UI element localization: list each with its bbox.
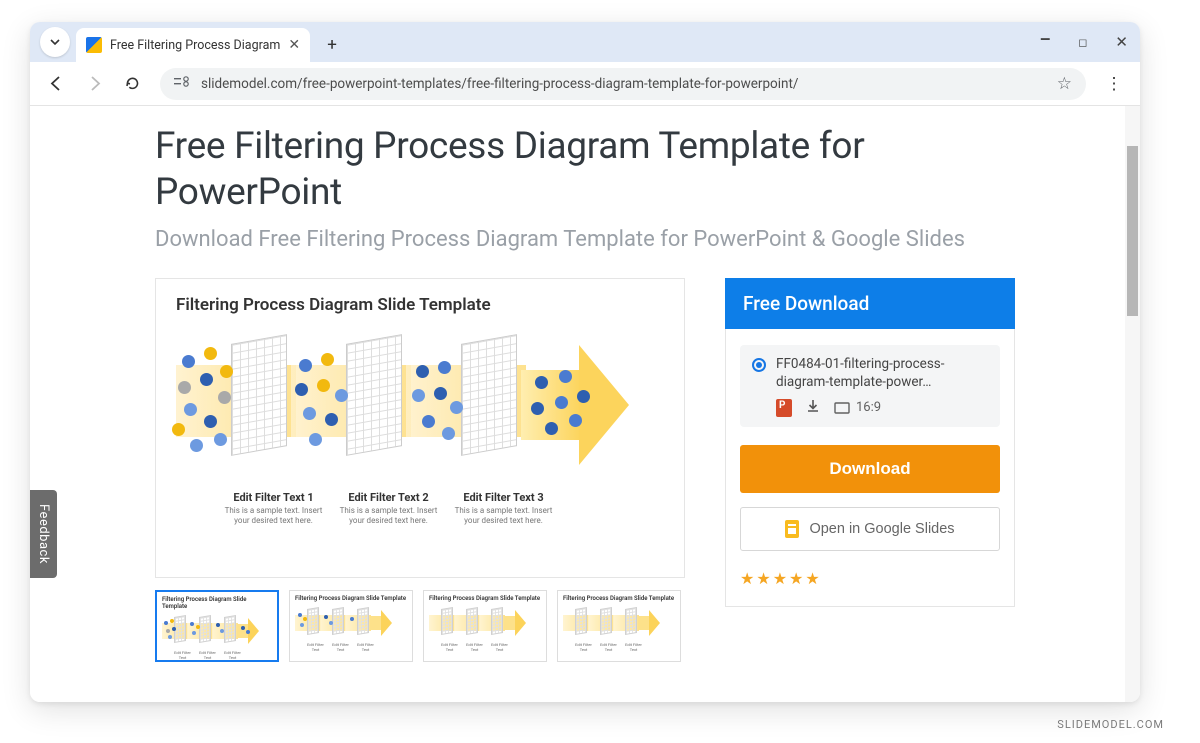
bookmark-star-icon[interactable]: ☆ <box>1057 74 1072 94</box>
window-minimize-button[interactable]: – <box>1040 28 1050 49</box>
feedback-tab[interactable]: Feedback <box>30 490 57 578</box>
browser-menu-button[interactable]: ⋮ <box>1098 74 1130 94</box>
browser-toolbar: slidemodel.com/free-powerpoint-templates… <box>30 62 1140 106</box>
attribution-text: SLIDEMODEL.COM <box>1057 718 1164 731</box>
filter-label-2: Edit Filter Text 2 This is a sample text… <box>331 491 446 526</box>
new-tab-button[interactable]: + <box>318 31 346 59</box>
thumbnail-strip: Filtering Process Diagram Slide Template… <box>155 590 685 662</box>
preview-column: Filtering Process Diagram Slide Template <box>155 278 685 662</box>
thumbnail-2[interactable]: Filtering Process Diagram Slide Template… <box>289 590 413 662</box>
google-slides-icon <box>785 520 799 538</box>
file-name: FF0484-01-filtering-process-diagram-temp… <box>776 355 988 391</box>
template-preview[interactable]: Filtering Process Diagram Slide Template <box>155 278 685 578</box>
tab-title: Free Filtering Process Diagram <box>110 38 280 53</box>
download-icon <box>806 399 820 417</box>
file-option[interactable]: FF0484-01-filtering-process-diagram-temp… <box>740 345 1000 427</box>
download-button[interactable]: Download <box>740 445 1000 493</box>
page-viewport: Free Filtering Process Diagram Template … <box>30 106 1140 702</box>
browser-tab[interactable]: Free Filtering Process Diagram ✕ <box>76 28 310 62</box>
open-google-slides-button[interactable]: Open in Google Slides <box>740 507 1000 551</box>
tab-strip: Free Filtering Process Diagram ✕ + – ◻ ✕ <box>30 22 1140 62</box>
download-body: FF0484-01-filtering-process-diagram-temp… <box>725 329 1015 607</box>
powerpoint-icon <box>776 399 792 417</box>
aspect-ratio: 16:9 <box>834 400 881 415</box>
page-subtitle: Download Free Filtering Process Diagram … <box>155 227 1020 252</box>
scrollbar-thumb[interactable] <box>1127 146 1138 316</box>
nav-forward-button[interactable] <box>78 68 110 100</box>
filter-labels-row: Edit Filter Text 1 This is a sample text… <box>176 491 664 526</box>
output-arrow <box>521 340 631 470</box>
rating-stars[interactable]: ★★★★★ <box>740 569 1000 588</box>
nav-back-button[interactable] <box>40 68 72 100</box>
page-content: Free Filtering Process Diagram Template … <box>30 106 1140 662</box>
browser-window: Free Filtering Process Diagram ✕ + – ◻ ✕… <box>30 22 1140 702</box>
filter-label-3: Edit Filter Text 3 This is a sample text… <box>446 491 561 526</box>
scrollbar-track[interactable] <box>1125 106 1140 702</box>
download-header: Free Download <box>725 278 1015 329</box>
tabs-dropdown-button[interactable] <box>40 27 70 57</box>
tab-close-button[interactable]: ✕ <box>288 37 300 53</box>
thumbnail-1[interactable]: Filtering Process Diagram Slide Template… <box>155 590 279 662</box>
content-row: Filtering Process Diagram Slide Template <box>155 278 1020 662</box>
window-maximize-button[interactable]: ◻ <box>1078 36 1087 49</box>
file-radio[interactable] <box>752 358 766 372</box>
download-panel: Free Download FF0484-01-filtering-proces… <box>725 278 1015 607</box>
window-controls: – ◻ ✕ <box>1040 22 1128 62</box>
filter-stage-3 <box>406 337 521 472</box>
address-bar[interactable]: slidemodel.com/free-powerpoint-templates… <box>160 68 1086 100</box>
thumbnail-3[interactable]: Filtering Process Diagram Slide Template… <box>423 590 547 662</box>
filter-label-1: Edit Filter Text 1 This is a sample text… <box>216 491 331 526</box>
diagram-row <box>176 325 664 485</box>
thumbnail-4[interactable]: Filtering Process Diagram Slide Template… <box>557 590 681 662</box>
preview-title: Filtering Process Diagram Slide Template <box>176 295 664 315</box>
url-text: slidemodel.com/free-powerpoint-templates… <box>201 76 798 92</box>
filter-stage-2 <box>291 337 406 472</box>
page-title: Free Filtering Process Diagram Template … <box>155 124 1020 217</box>
filter-stage-1 <box>176 337 291 472</box>
site-info-icon[interactable] <box>174 75 191 92</box>
favicon-icon <box>86 37 102 53</box>
window-close-button[interactable]: ✕ <box>1115 33 1128 51</box>
nav-reload-button[interactable] <box>116 68 148 100</box>
